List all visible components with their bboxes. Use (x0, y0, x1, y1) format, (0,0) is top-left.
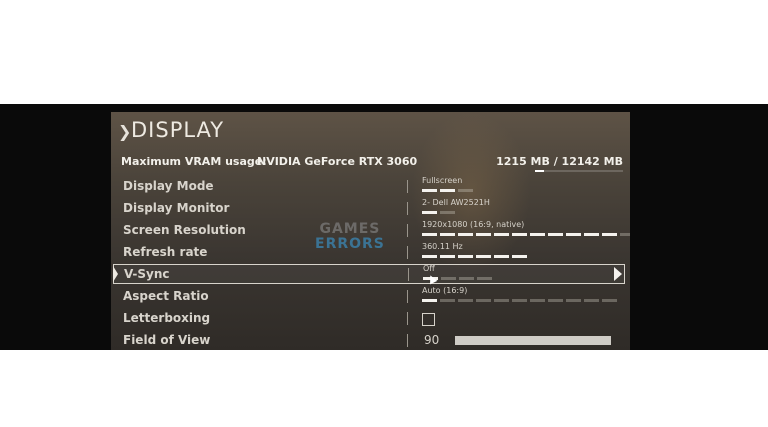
option-indicator (422, 211, 455, 214)
setting-letterboxing[interactable]: Letterboxing (113, 309, 625, 329)
option-segment (494, 299, 509, 302)
setting-aspect-ratio[interactable]: Aspect Ratio Auto (16:9) (113, 286, 625, 307)
setting-label: Display Mode (123, 179, 214, 193)
option-segment (476, 299, 491, 302)
option-segment (458, 255, 473, 258)
option-segment (512, 233, 527, 236)
gpu-name: NVIDIA GeForce RTX 3060 (257, 155, 418, 168)
option-segment (602, 299, 617, 302)
option-segment (602, 233, 617, 236)
option-segment (530, 299, 545, 302)
vram-usage-bar (535, 170, 623, 172)
setting-label: Refresh rate (123, 245, 208, 259)
divider (407, 312, 408, 325)
option-segment (440, 211, 455, 214)
setting-value: Auto (16:9) (422, 286, 468, 295)
setting-display-mode[interactable]: Display Mode Fullscreen (113, 176, 625, 197)
option-segment (584, 299, 599, 302)
option-segment (512, 299, 527, 302)
option-segment (440, 299, 455, 302)
option-indicator (422, 299, 617, 302)
option-segment (459, 277, 474, 280)
page-title: DISPLAY (131, 118, 225, 142)
option-segment (548, 233, 563, 236)
option-segment (441, 277, 456, 280)
option-segment (422, 211, 437, 214)
setting-label: V-Sync (124, 267, 170, 281)
setting-screen-resolution[interactable]: Screen Resolution 1920x1080 (16:9, nativ… (113, 220, 630, 241)
setting-label: Screen Resolution (123, 223, 246, 237)
option-segment (494, 233, 509, 236)
option-segment (530, 233, 545, 236)
option-segment (422, 189, 437, 192)
fov-slider[interactable] (455, 336, 611, 345)
option-segment (458, 189, 473, 192)
option-segment (440, 189, 455, 192)
option-indicator (422, 255, 527, 258)
option-segment (422, 255, 437, 258)
setting-label: Aspect Ratio (123, 289, 209, 303)
divider (407, 334, 408, 347)
option-segment (477, 277, 492, 280)
divider (407, 224, 408, 237)
divider (407, 180, 408, 193)
header: ❯ DISPLAY (111, 112, 630, 152)
option-segment (458, 299, 473, 302)
option-segment (494, 255, 509, 258)
fov-value: 90 (424, 333, 440, 347)
right-arrow-icon[interactable] (614, 267, 622, 281)
setting-field-of-view[interactable]: Field of View 90 (113, 331, 625, 350)
option-segment (512, 255, 527, 258)
option-segment (422, 299, 437, 302)
divider (407, 290, 408, 303)
option-segment (566, 299, 581, 302)
letterboxing-checkbox[interactable] (422, 313, 435, 326)
option-indicator (422, 233, 630, 236)
option-segment (566, 233, 581, 236)
vram-label: Maximum VRAM usage: (121, 155, 267, 168)
option-segment (548, 299, 563, 302)
mouse-cursor-icon (426, 273, 438, 285)
vram-usage-value: 1215 MB / 12142 MB (496, 155, 623, 168)
option-indicator (422, 189, 473, 192)
vram-usage-fill (535, 170, 544, 172)
option-segment (440, 255, 455, 258)
setting-refresh-rate[interactable]: Refresh rate 360.11 Hz (113, 242, 625, 263)
setting-label: Field of View (123, 333, 211, 347)
setting-value: 360.11 Hz (422, 242, 463, 251)
setting-value: Off (423, 264, 435, 273)
option-segment (476, 233, 491, 236)
divider (408, 268, 409, 281)
option-segment (458, 233, 473, 236)
display-settings-panel: ❯ DISPLAY Maximum VRAM usage: NVIDIA GeF… (111, 112, 630, 350)
back-chevron-icon[interactable]: ❯ (118, 122, 131, 141)
left-arrow-icon[interactable] (113, 266, 118, 282)
divider (407, 246, 408, 259)
setting-display-monitor[interactable]: Display Monitor 2- Dell AW2521H (113, 198, 625, 219)
vram-usage-row: Maximum VRAM usage: NVIDIA GeForce RTX 3… (119, 155, 627, 172)
option-segment (584, 233, 599, 236)
setting-label: Display Monitor (123, 201, 230, 215)
divider (407, 202, 408, 215)
setting-value: 2- Dell AW2521H (422, 198, 490, 207)
setting-v-sync[interactable]: V-Sync Off (113, 264, 625, 285)
game-settings-screen: ❯ DISPLAY Maximum VRAM usage: NVIDIA GeF… (0, 104, 768, 350)
setting-label: Letterboxing (123, 311, 211, 325)
setting-value: Fullscreen (422, 176, 463, 185)
option-segment (440, 233, 455, 236)
option-segment (620, 233, 630, 236)
option-segment (476, 255, 491, 258)
option-segment (422, 233, 437, 236)
setting-value: 1920x1080 (16:9, native) (422, 220, 525, 229)
